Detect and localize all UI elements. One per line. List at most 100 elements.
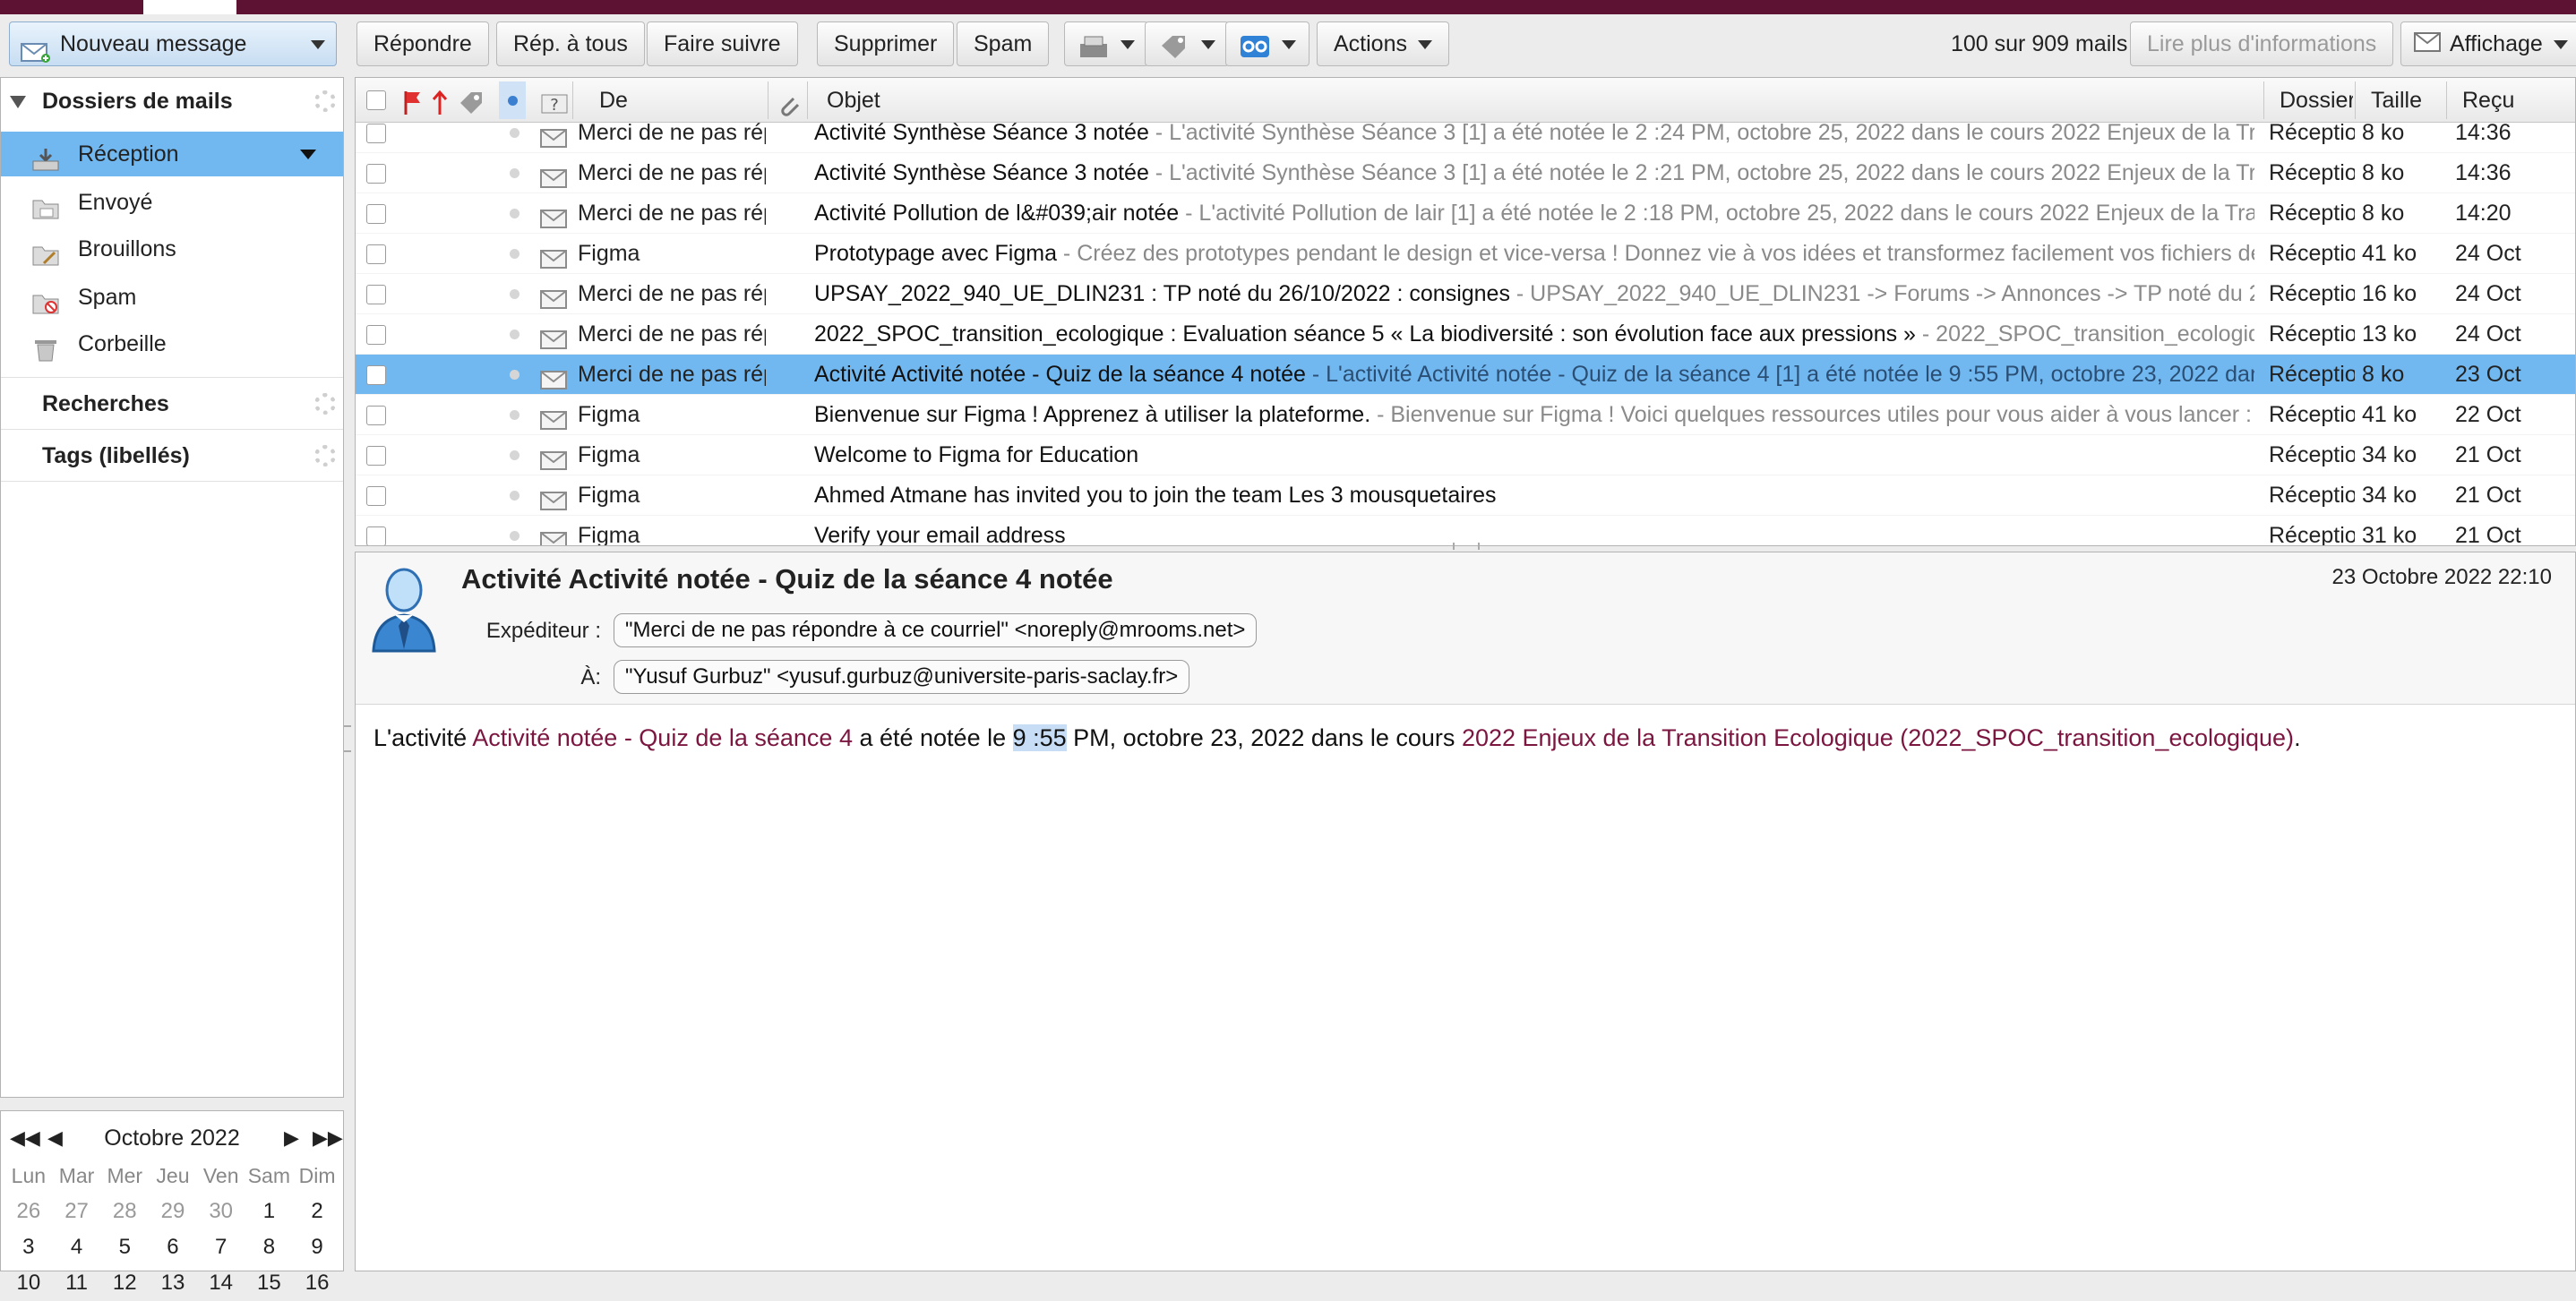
row-checkbox[interactable] — [366, 124, 386, 143]
unread-dot-icon[interactable] — [510, 370, 519, 380]
calendar-day[interactable]: 28 — [100, 1194, 149, 1229]
select-all-checkbox[interactable] — [366, 90, 386, 110]
sender-address[interactable]: "Merci de ne pas répondre à ce courriel"… — [614, 613, 1258, 647]
table-row[interactable]: Merci de ne pas répondre à ce courriel Ac… — [356, 113, 2575, 153]
active-app-tab[interactable] — [143, 0, 236, 14]
row-folder: Réception — [2269, 281, 2355, 306]
table-row[interactable]: Figma Ahmed Atmane has invited you to joi… — [356, 475, 2575, 516]
unread-dot-icon[interactable] — [510, 491, 519, 501]
calendar-day[interactable]: 14 — [197, 1265, 245, 1301]
new-message-button[interactable]: Nouveau message — [9, 21, 337, 66]
row-checkbox[interactable] — [366, 365, 386, 385]
folder-drafts[interactable]: Brouillons — [1, 227, 343, 271]
next-year-icon[interactable]: ▶▶ — [313, 1120, 343, 1156]
message-body: L'activité Activité notée - Quiz de la s… — [374, 724, 2301, 752]
table-row[interactable]: Merci de ne pas répondre à ce courriel 20… — [356, 314, 2575, 355]
divider — [1, 429, 343, 430]
gear-icon[interactable] — [314, 445, 336, 466]
table-row[interactable]: Figma Welcome to Figma for Education Récep… — [356, 435, 2575, 475]
folder-spam[interactable]: Spam — [1, 275, 343, 320]
calendar-day[interactable]: 1 — [245, 1194, 294, 1229]
more-options-button[interactable] — [1225, 21, 1309, 66]
spam-button[interactable]: Spam — [957, 21, 1050, 66]
folders-header[interactable]: Dossiers de mails — [1, 78, 343, 124]
actions-button[interactable]: Actions — [1317, 21, 1449, 66]
row-checkbox[interactable] — [366, 446, 386, 466]
recipient-address[interactable]: "Yusuf Gurbuz" <yusuf.gurbuz@universite-… — [614, 660, 1190, 694]
row-folder: Réception — [2269, 120, 2355, 145]
calendar-day[interactable]: 4 — [53, 1229, 101, 1265]
delete-button[interactable]: Supprimer — [817, 21, 955, 66]
row-checkbox[interactable] — [366, 526, 386, 545]
tags-header[interactable]: Tags (libellés) — [1, 432, 343, 479]
row-checkbox[interactable] — [366, 486, 386, 506]
calendar-day[interactable]: 29 — [149, 1194, 197, 1229]
calendar-day[interactable]: 3 — [4, 1229, 53, 1265]
row-checkbox[interactable] — [366, 204, 386, 224]
unread-dot-icon[interactable] — [510, 450, 519, 460]
calendar-day[interactable]: 6 — [149, 1229, 197, 1265]
unread-dot-icon[interactable] — [510, 531, 519, 541]
calendar-day[interactable]: 11 — [53, 1265, 101, 1301]
calendar-day[interactable]: 8 — [245, 1229, 294, 1265]
calendar-day[interactable]: 15 — [245, 1265, 294, 1301]
weekday-label: Mar — [58, 1163, 95, 1187]
reply-button[interactable]: Répondre — [356, 21, 489, 66]
row-checkbox[interactable] — [366, 164, 386, 184]
row-checkbox[interactable] — [366, 406, 386, 425]
view-label: Affichage — [2450, 31, 2543, 56]
table-row[interactable]: Merci de ne pas répondre à ce courriel Ac… — [356, 355, 2575, 395]
collapse-triangle-icon[interactable] — [10, 96, 26, 108]
calendar-day[interactable]: 26 — [4, 1194, 53, 1229]
move-button[interactable] — [1064, 21, 1148, 66]
calendar-day[interactable]: 30 — [197, 1194, 245, 1229]
read-more-button[interactable]: Lire plus d'informations — [2130, 21, 2394, 66]
envelope-icon — [540, 484, 567, 510]
gear-icon[interactable] — [314, 90, 336, 112]
unread-dot-icon[interactable] — [510, 168, 519, 178]
folder-trash[interactable]: Corbeille — [1, 321, 343, 366]
calendar-day[interactable]: 13 — [149, 1265, 197, 1301]
table-row[interactable]: Merci de ne pas répondre à ce courriel Ac… — [356, 153, 2575, 193]
row-checkbox[interactable] — [366, 325, 386, 345]
gear-icon[interactable] — [314, 393, 336, 415]
activity-link[interactable]: Activité notée - Quiz de la séance 4 — [472, 724, 853, 751]
table-row[interactable]: Merci de ne pas répondre à ce courriel UP… — [356, 274, 2575, 314]
course-link[interactable]: 2022 Enjeux de la Transition Ecologique … — [1462, 724, 2294, 751]
unread-dot-icon[interactable] — [510, 249, 519, 259]
calendar-day[interactable]: 2 — [293, 1194, 341, 1229]
calendar-day[interactable]: 16 — [293, 1265, 341, 1301]
table-row[interactable]: Merci de ne pas répondre à ce courriel Ac… — [356, 193, 2575, 234]
chevron-down-icon[interactable] — [311, 40, 325, 49]
calendar-day[interactable]: 27 — [53, 1194, 101, 1229]
calendar-day[interactable]: 12 — [100, 1265, 149, 1301]
reply-all-button[interactable]: Rép. à tous — [496, 21, 645, 66]
folder-inbox[interactable]: Réception — [1, 132, 343, 176]
panel-resize-handle[interactable] — [344, 725, 351, 752]
row-size: 8 ko — [2362, 201, 2405, 226]
preview-header: Activité Activité notée - Quiz de la séa… — [356, 552, 2575, 705]
searches-header[interactable]: Recherches — [1, 381, 343, 427]
table-row[interactable]: Figma Bienvenue sur Figma ! Apprenez à ut… — [356, 395, 2575, 435]
unread-dot-icon[interactable] — [510, 128, 519, 138]
calendar-day[interactable]: 10 — [4, 1265, 53, 1301]
calendar-day[interactable]: 9 — [293, 1229, 341, 1265]
table-row[interactable]: Figma Verify your email address Réception 3… — [356, 516, 2575, 545]
unread-dot-icon[interactable] — [510, 289, 519, 299]
row-checkbox[interactable] — [366, 244, 386, 264]
folder-sent[interactable]: Envoyé — [1, 180, 343, 225]
calendar-day[interactable]: 5 — [100, 1229, 149, 1265]
unread-dot-icon[interactable] — [510, 209, 519, 218]
unread-dot-icon[interactable] — [510, 330, 519, 339]
resize-handle[interactable] — [1453, 543, 1480, 550]
tag-button[interactable] — [1145, 21, 1229, 66]
chevron-down-icon[interactable] — [300, 150, 316, 159]
row-checkbox[interactable] — [366, 285, 386, 304]
unread-dot-icon[interactable] — [510, 410, 519, 420]
table-row[interactable]: Figma Prototypage avec Figma - Créez des … — [356, 234, 2575, 274]
next-month-icon[interactable]: ▶ — [284, 1120, 299, 1156]
calendar-day[interactable]: 7 — [197, 1229, 245, 1265]
forward-button[interactable]: Faire suivre — [647, 21, 798, 66]
row-subject-text: 2022_SPOC_transition_ecologique : Evalua… — [814, 321, 1916, 347]
view-button[interactable]: Affichage — [2400, 21, 2576, 66]
